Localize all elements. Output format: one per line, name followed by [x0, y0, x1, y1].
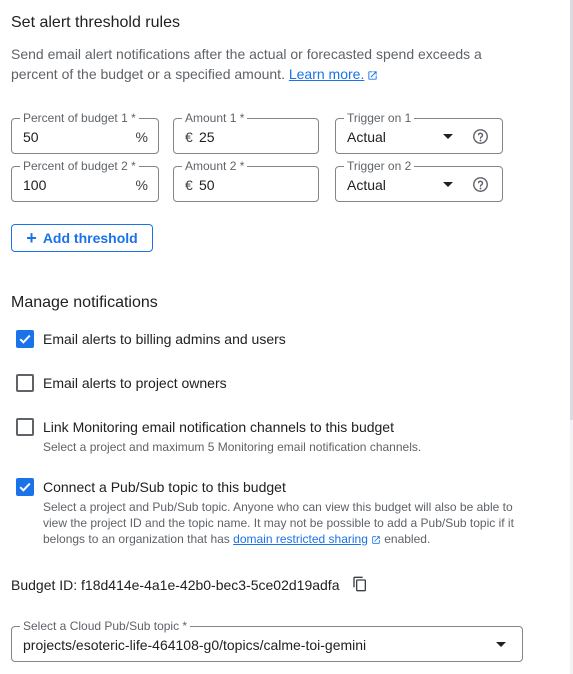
threshold-description-text: Send email alert notifications after the…	[11, 46, 482, 82]
external-link-icon	[372, 536, 380, 544]
percent-suffix: %	[135, 129, 148, 145]
amount-2-label: Amount 2 *	[182, 158, 248, 174]
pubsub-topic-select-value: projects/esoteric-life-464108-g0/topics/…	[23, 637, 367, 653]
copy-icon[interactable]	[352, 576, 368, 592]
billing-admins-alert-label: Email alerts to billing admins and users	[43, 331, 286, 347]
currency-prefix: €	[185, 129, 193, 145]
trigger-on-2-label: Trigger on 2	[344, 158, 415, 174]
help-icon[interactable]	[472, 128, 489, 145]
monitoring-channels-checkbox[interactable]	[16, 418, 34, 436]
monitoring-channels-help: Select a project and maximum 5 Monitorin…	[43, 440, 422, 454]
help-icon[interactable]	[472, 176, 489, 193]
pubsub-topic-select-label: Select a Cloud Pub/Sub topic *	[20, 618, 191, 634]
monitoring-channels-label: Link Monitoring email notification chann…	[43, 419, 394, 435]
pubsub-topic-checkbox[interactable]	[16, 478, 34, 496]
check-icon	[19, 482, 31, 492]
percent-of-budget-2-value[interactable]: 100	[23, 175, 46, 195]
trigger-on-2-select[interactable]: Trigger on 2 Actual	[335, 158, 503, 202]
add-threshold-label: Add threshold	[42, 230, 138, 246]
learn-more-label: Learn more.	[288, 66, 365, 82]
amount-1-field[interactable]: Amount 1 * € 25	[173, 110, 319, 154]
pubsub-help-suffix: enabled.	[384, 532, 431, 546]
trigger-on-1-label: Trigger on 1	[344, 110, 415, 126]
amount-2-field[interactable]: Amount 2 * € 50	[173, 158, 319, 202]
percent-of-budget-1-value[interactable]: 50	[23, 127, 39, 147]
threshold-description: Send email alert notifications after the…	[11, 44, 501, 84]
billing-admins-alert-checkbox[interactable]	[16, 330, 34, 348]
budget-id-text: Budget ID: f18d414e-4a1e-42b0-bec3-5ce02…	[11, 577, 340, 593]
trigger-on-2-value: Actual	[347, 177, 386, 193]
amount-1-value[interactable]: 25	[199, 127, 215, 147]
external-link-icon	[368, 71, 377, 80]
plus-icon: +	[26, 228, 37, 248]
dropdown-arrow-icon	[496, 642, 506, 647]
add-threshold-button[interactable]: + Add threshold	[11, 224, 153, 252]
project-owners-alert-checkbox[interactable]	[16, 374, 34, 392]
threshold-section-title: Set alert threshold rules	[11, 14, 180, 31]
trigger-on-1-value: Actual	[347, 129, 386, 145]
amount-2-value[interactable]: 50	[199, 175, 215, 195]
percent-of-budget-2-label: Percent of budget 2 *	[20, 158, 139, 174]
dropdown-arrow-icon	[443, 182, 453, 187]
project-owners-alert-label: Email alerts to project owners	[43, 375, 227, 391]
pubsub-topic-help: Select a project and Pub/Sub topic. Anyo…	[43, 499, 523, 547]
percent-of-budget-1-field[interactable]: Percent of budget 1 * 50 %	[11, 110, 159, 154]
percent-of-budget-2-field[interactable]: Percent of budget 2 * 100 %	[11, 158, 159, 202]
dropdown-arrow-icon	[443, 134, 453, 139]
check-icon	[19, 334, 31, 344]
percent-of-budget-1-label: Percent of budget 1 *	[20, 110, 139, 126]
percent-suffix: %	[135, 177, 148, 193]
pubsub-topic-select[interactable]: Select a Cloud Pub/Sub topic * projects/…	[11, 618, 523, 662]
domain-restricted-sharing-link[interactable]: domain restricted sharing	[233, 532, 381, 546]
domain-restricted-sharing-label: domain restricted sharing	[233, 532, 368, 546]
notifications-section-title: Manage notifications	[11, 294, 158, 311]
trigger-on-1-select[interactable]: Trigger on 1 Actual	[335, 110, 503, 154]
learn-more-link[interactable]: Learn more.	[289, 66, 378, 82]
amount-1-label: Amount 1 *	[182, 110, 248, 126]
pubsub-topic-label: Connect a Pub/Sub topic to this budget	[43, 479, 286, 495]
currency-prefix: €	[185, 177, 193, 193]
